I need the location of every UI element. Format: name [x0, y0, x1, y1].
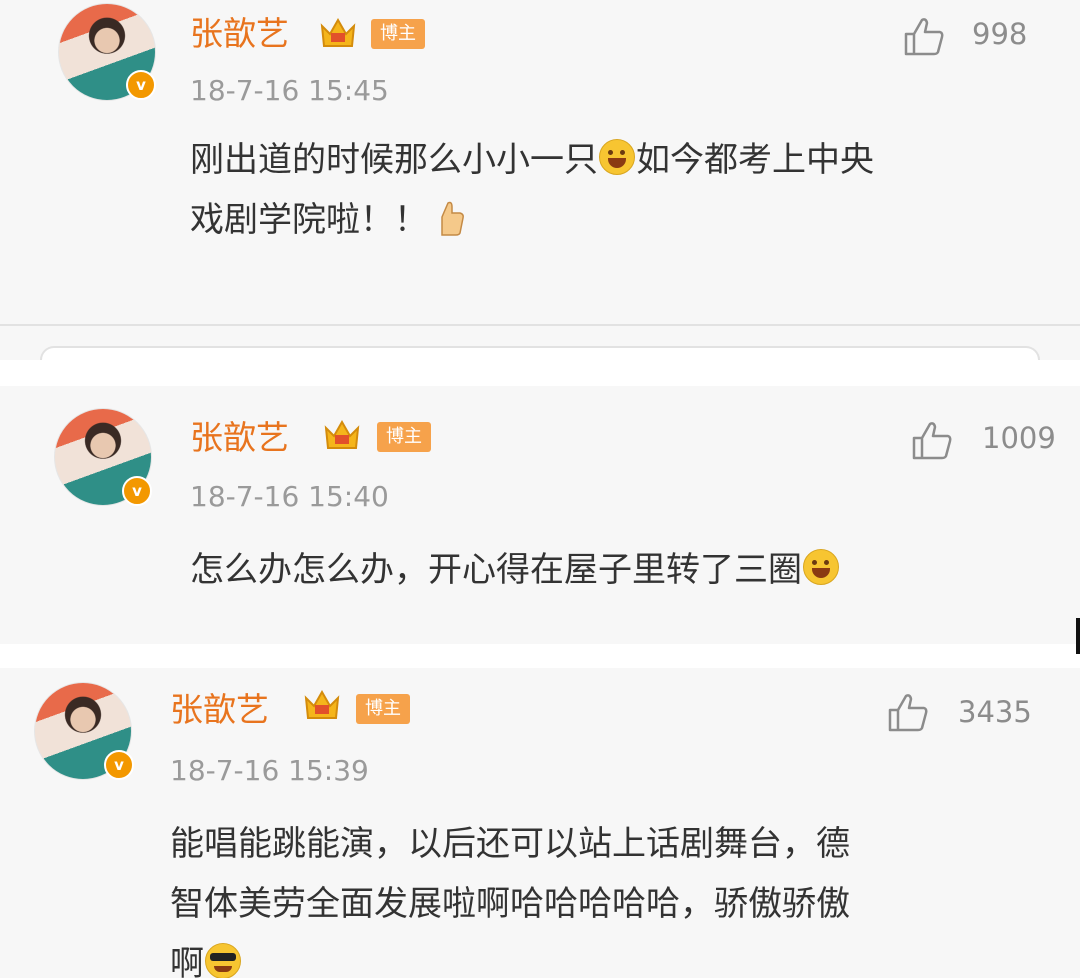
- timestamp: 18-7-16 15:39: [170, 754, 369, 787]
- comment-line: 刚出道的时候那么小小一只 如今都考上中央: [190, 139, 874, 180]
- blogger-badge: 博主: [377, 422, 431, 452]
- edge-marker: [1076, 618, 1080, 654]
- crown-icon: [304, 689, 340, 719]
- timestamp: 18-7-16 15:40: [190, 480, 389, 513]
- comment-line: 啊: [170, 934, 1050, 978]
- thumbs-up-outline-icon[interactable]: [902, 14, 946, 58]
- verified-icon: v: [126, 70, 156, 100]
- crown-icon: [324, 419, 360, 449]
- comment-line: 怎么办怎么办，开心得在屋子里转了三圈: [190, 540, 1050, 600]
- timestamp: 18-7-16 15:45: [190, 74, 389, 107]
- like-count: 998: [972, 17, 1028, 51]
- comment-text: 能唱能跳能演，以后还可以站上话剧舞台，德 智体美劳全面发展啦啊哈哈哈哈哈，骄傲骄…: [170, 814, 1050, 978]
- reply-input[interactable]: [40, 346, 1040, 360]
- verified-icon: v: [122, 476, 152, 506]
- username[interactable]: 张歆艺: [190, 418, 289, 458]
- thumbs-up-outline-icon[interactable]: [910, 418, 954, 462]
- comment-line: 戏剧学院啦！！: [190, 190, 1050, 250]
- comment-text: 刚出道的时候那么小小一只 如今都考上中央 戏剧学院啦！！: [190, 130, 1050, 250]
- divider: [0, 324, 1080, 326]
- comment-line: 智体美劳全面发展啦啊哈哈哈哈哈，骄傲骄傲: [170, 884, 850, 924]
- blogger-badge: 博主: [356, 694, 410, 724]
- like-count: 3435: [958, 695, 1032, 729]
- grin-emoji: [803, 549, 839, 585]
- comment-card-1: v 张歆艺 博主 998 18-7-16 15:45 刚出道的时候那么小小一只如…: [0, 0, 1080, 360]
- comment-card-3: v 张歆艺 博主 3435 18-7-16 15:39 能唱能跳能演，以后还可以…: [0, 668, 1080, 978]
- comment-text: 怎么办怎么办，开心得在屋子里转了三圈: [190, 540, 1050, 600]
- thumbs-up-outline-icon[interactable]: [886, 690, 930, 734]
- sunglasses-emoji: [205, 943, 241, 978]
- comment-line: 能唱能跳能演，以后还可以站上话剧舞台，德: [170, 824, 850, 864]
- username[interactable]: 张歆艺: [190, 14, 289, 54]
- laugh-cry-emoji: [599, 139, 635, 175]
- crown-icon: [320, 17, 356, 47]
- verified-icon: v: [104, 750, 134, 780]
- thumbs-up-emoji: [441, 201, 464, 236]
- blogger-badge: 博主: [371, 19, 425, 49]
- comment-card-2: v 张歆艺 博主 1009 18-7-16 15:40 怎么办怎么办，开心得在屋…: [0, 386, 1080, 644]
- username[interactable]: 张歆艺: [170, 690, 269, 730]
- like-count: 1009: [982, 421, 1056, 455]
